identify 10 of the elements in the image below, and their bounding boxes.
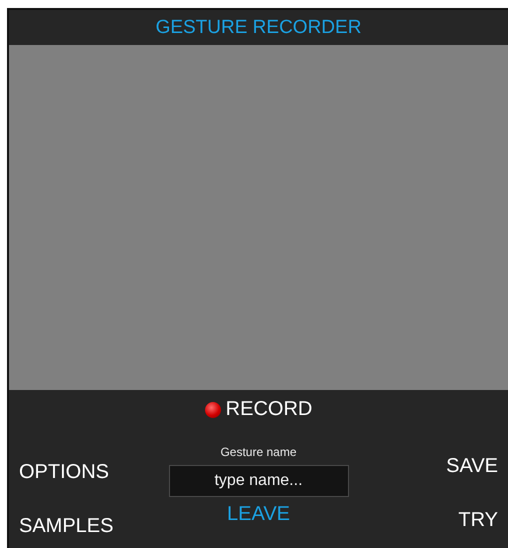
save-button[interactable]: SAVE — [442, 452, 502, 480]
gesture-name-field[interactable]: type name... — [168, 465, 348, 497]
field-label: Gesture name — [220, 445, 297, 459]
options-button[interactable]: OPTIONS — [15, 458, 114, 486]
record-button[interactable]: RECORD — [200, 396, 316, 423]
samples-button[interactable]: SAMPLES — [15, 513, 118, 540]
try-button[interactable]: TRY — [454, 507, 502, 534]
window-title: GESTURE RECORDER — [156, 16, 362, 38]
leave-button[interactable]: LEAVE — [223, 501, 294, 528]
gesture-canvas[interactable] — [9, 45, 508, 390]
